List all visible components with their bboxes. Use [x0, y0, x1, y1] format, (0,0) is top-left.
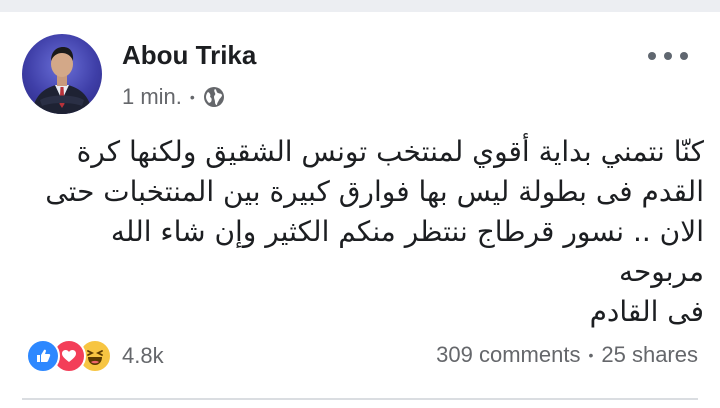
- avatar[interactable]: [22, 34, 102, 114]
- post-text-line: كنّا نتمني بداية أقوي لمنتخب تونس الشقيق…: [76, 135, 704, 168]
- post-text-line: الان .. نسور قرطاج ننتظر منكم الكثير وإن…: [110, 215, 704, 288]
- like-icon: [26, 339, 60, 373]
- top-strip: [0, 0, 720, 12]
- meta-separator: •: [189, 89, 195, 105]
- author-name[interactable]: Abou Trika: [122, 40, 256, 71]
- post-text-line: فى القادم: [589, 295, 704, 328]
- footer-divider: [22, 398, 698, 400]
- shares-count[interactable]: 25 shares: [601, 342, 698, 368]
- more-dot: [680, 52, 688, 60]
- post-stats: 309 comments • 25 shares: [436, 342, 698, 368]
- post-header: Abou Trika 1 min. •: [22, 34, 702, 114]
- more-dot: [664, 52, 672, 60]
- post-time[interactable]: 1 min.: [122, 84, 182, 110]
- stats-separator: •: [588, 347, 594, 363]
- reactions-summary[interactable]: 4.8k: [26, 338, 164, 374]
- post-footer: 4.8k 309 comments • 25 shares: [26, 336, 698, 376]
- avatar-person-image: [32, 47, 92, 114]
- post-text-line: القدم فى بطولة ليس بها فوارق كبيرة بين ا…: [45, 175, 704, 208]
- reaction-count: 4.8k: [122, 343, 164, 368]
- globe-icon[interactable]: [203, 86, 225, 108]
- post-meta: 1 min. •: [122, 84, 225, 110]
- more-dot: [648, 52, 656, 60]
- comments-count[interactable]: 309 comments: [436, 342, 580, 368]
- more-options-icon[interactable]: [648, 44, 688, 68]
- post-text: كنّا نتمني بداية أقوي لمنتخب تونس الشقيق…: [40, 132, 704, 332]
